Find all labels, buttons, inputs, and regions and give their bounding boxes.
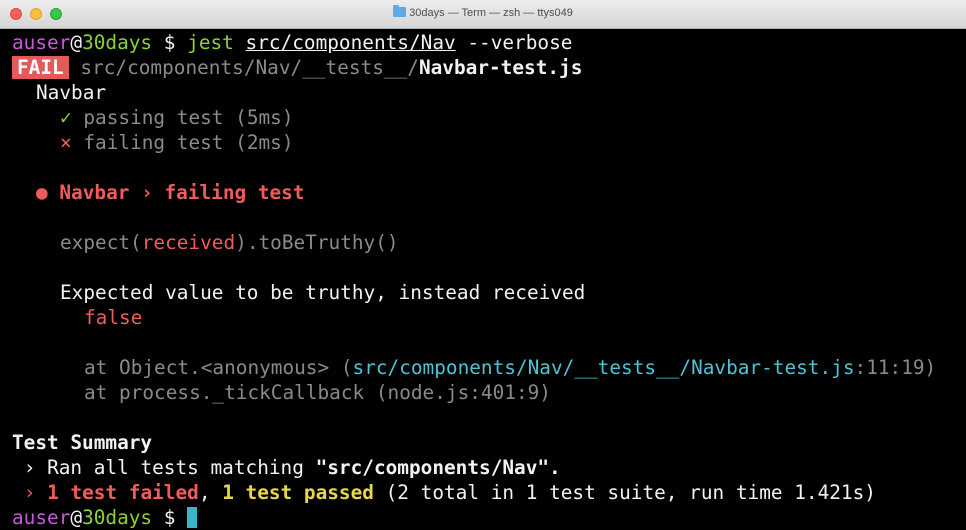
- prompt-user: auser: [12, 31, 71, 54]
- summary-ran-line: › Ran all tests matching "src/components…: [12, 455, 561, 480]
- chevron-right-icon: ›: [23, 456, 36, 479]
- prompt-user: auser: [12, 506, 71, 529]
- window-title: 30days — Term — zsh — ttys049: [409, 7, 573, 19]
- prompt-symbol: $: [152, 31, 188, 54]
- prompt-line: auser@30days $: [12, 505, 198, 530]
- command-name: jest: [187, 31, 234, 54]
- summary-comma: ,: [198, 481, 223, 504]
- stack-frame: at Object.<anonymous> (src/components/Na…: [84, 355, 936, 380]
- cross-icon: ×: [60, 131, 72, 154]
- stack-position: :11:19): [854, 356, 937, 379]
- expect-prefix: expect(: [60, 231, 142, 254]
- folder-icon: [393, 5, 407, 17]
- summary-results-line: › 1 test failed, 1 test passed (2 total …: [12, 480, 876, 505]
- stack-prefix: at process._tickCallback (node.js:401:9): [84, 381, 551, 404]
- test-result-passing: ✓ passing test (5ms): [60, 105, 294, 130]
- suite-name: Navbar: [36, 81, 107, 104]
- fail-result-line: FAIL src/components/Nav/__tests__/Navbar…: [12, 55, 582, 80]
- failure-message: Expected value to be truthy, instead rec…: [60, 281, 586, 304]
- fail-badge: FAIL: [12, 56, 69, 79]
- prompt-at: @: [70, 506, 83, 529]
- test-file-name: Navbar-test.js: [418, 56, 583, 79]
- summary-heading: Test Summary: [12, 431, 153, 454]
- test-label: passing test (5ms): [83, 106, 294, 129]
- title-bar: 30days — Term — zsh — ttys049: [0, 0, 966, 29]
- terminal-window: 30days — Term — zsh — ttys049 auser@30da…: [0, 0, 966, 530]
- stack-prefix: at Object.<anonymous> (: [84, 356, 353, 379]
- bullet-icon: ●: [36, 181, 48, 204]
- failure-heading-line: ● Navbar › failing test: [36, 180, 305, 205]
- terminal-output[interactable]: auser@30days $ jest src/components/Nav -…: [0, 30, 966, 530]
- expect-suffix: ).toBeTruthy(): [235, 231, 399, 254]
- chevron-right-icon: ›: [23, 481, 36, 504]
- prompt-at: @: [70, 31, 83, 54]
- command-path: src/components/Nav: [245, 31, 456, 54]
- summary-failed: 1 test failed: [47, 481, 199, 504]
- window-title-wrap: 30days — Term — zsh — ttys049: [0, 5, 966, 19]
- summary-details: (2 total in 1 test suite, run time 1.421…: [373, 481, 876, 504]
- prompt-host: 30days: [82, 31, 153, 54]
- check-icon: ✓: [60, 106, 72, 129]
- text-cursor[interactable]: [187, 507, 198, 528]
- prompt-symbol: $: [152, 506, 188, 529]
- expect-line: expect(received).toBeTruthy(): [60, 230, 399, 255]
- prompt-host: 30days: [82, 506, 153, 529]
- stack-frame: at process._tickCallback (node.js:401:9): [84, 380, 551, 405]
- summary-ran-prefix: Ran all tests matching: [47, 456, 316, 479]
- expect-arg: received: [141, 231, 236, 254]
- summary-passed: 1 test passed: [222, 481, 374, 504]
- stack-location[interactable]: src/components/Nav/__tests__/Navbar-test…: [353, 356, 855, 379]
- received-value: false: [84, 306, 143, 329]
- test-label: failing test (2ms): [83, 131, 294, 154]
- test-result-failing: × failing test (2ms): [60, 130, 294, 155]
- summary-ran-pattern: "src/components/Nav".: [315, 456, 561, 479]
- command-line: auser@30days $ jest src/components/Nav -…: [12, 30, 572, 55]
- command-flag: --verbose: [467, 31, 573, 54]
- test-file-dir: src/components/Nav/__tests__/: [80, 56, 419, 79]
- failure-heading: Navbar › failing test: [59, 181, 305, 204]
